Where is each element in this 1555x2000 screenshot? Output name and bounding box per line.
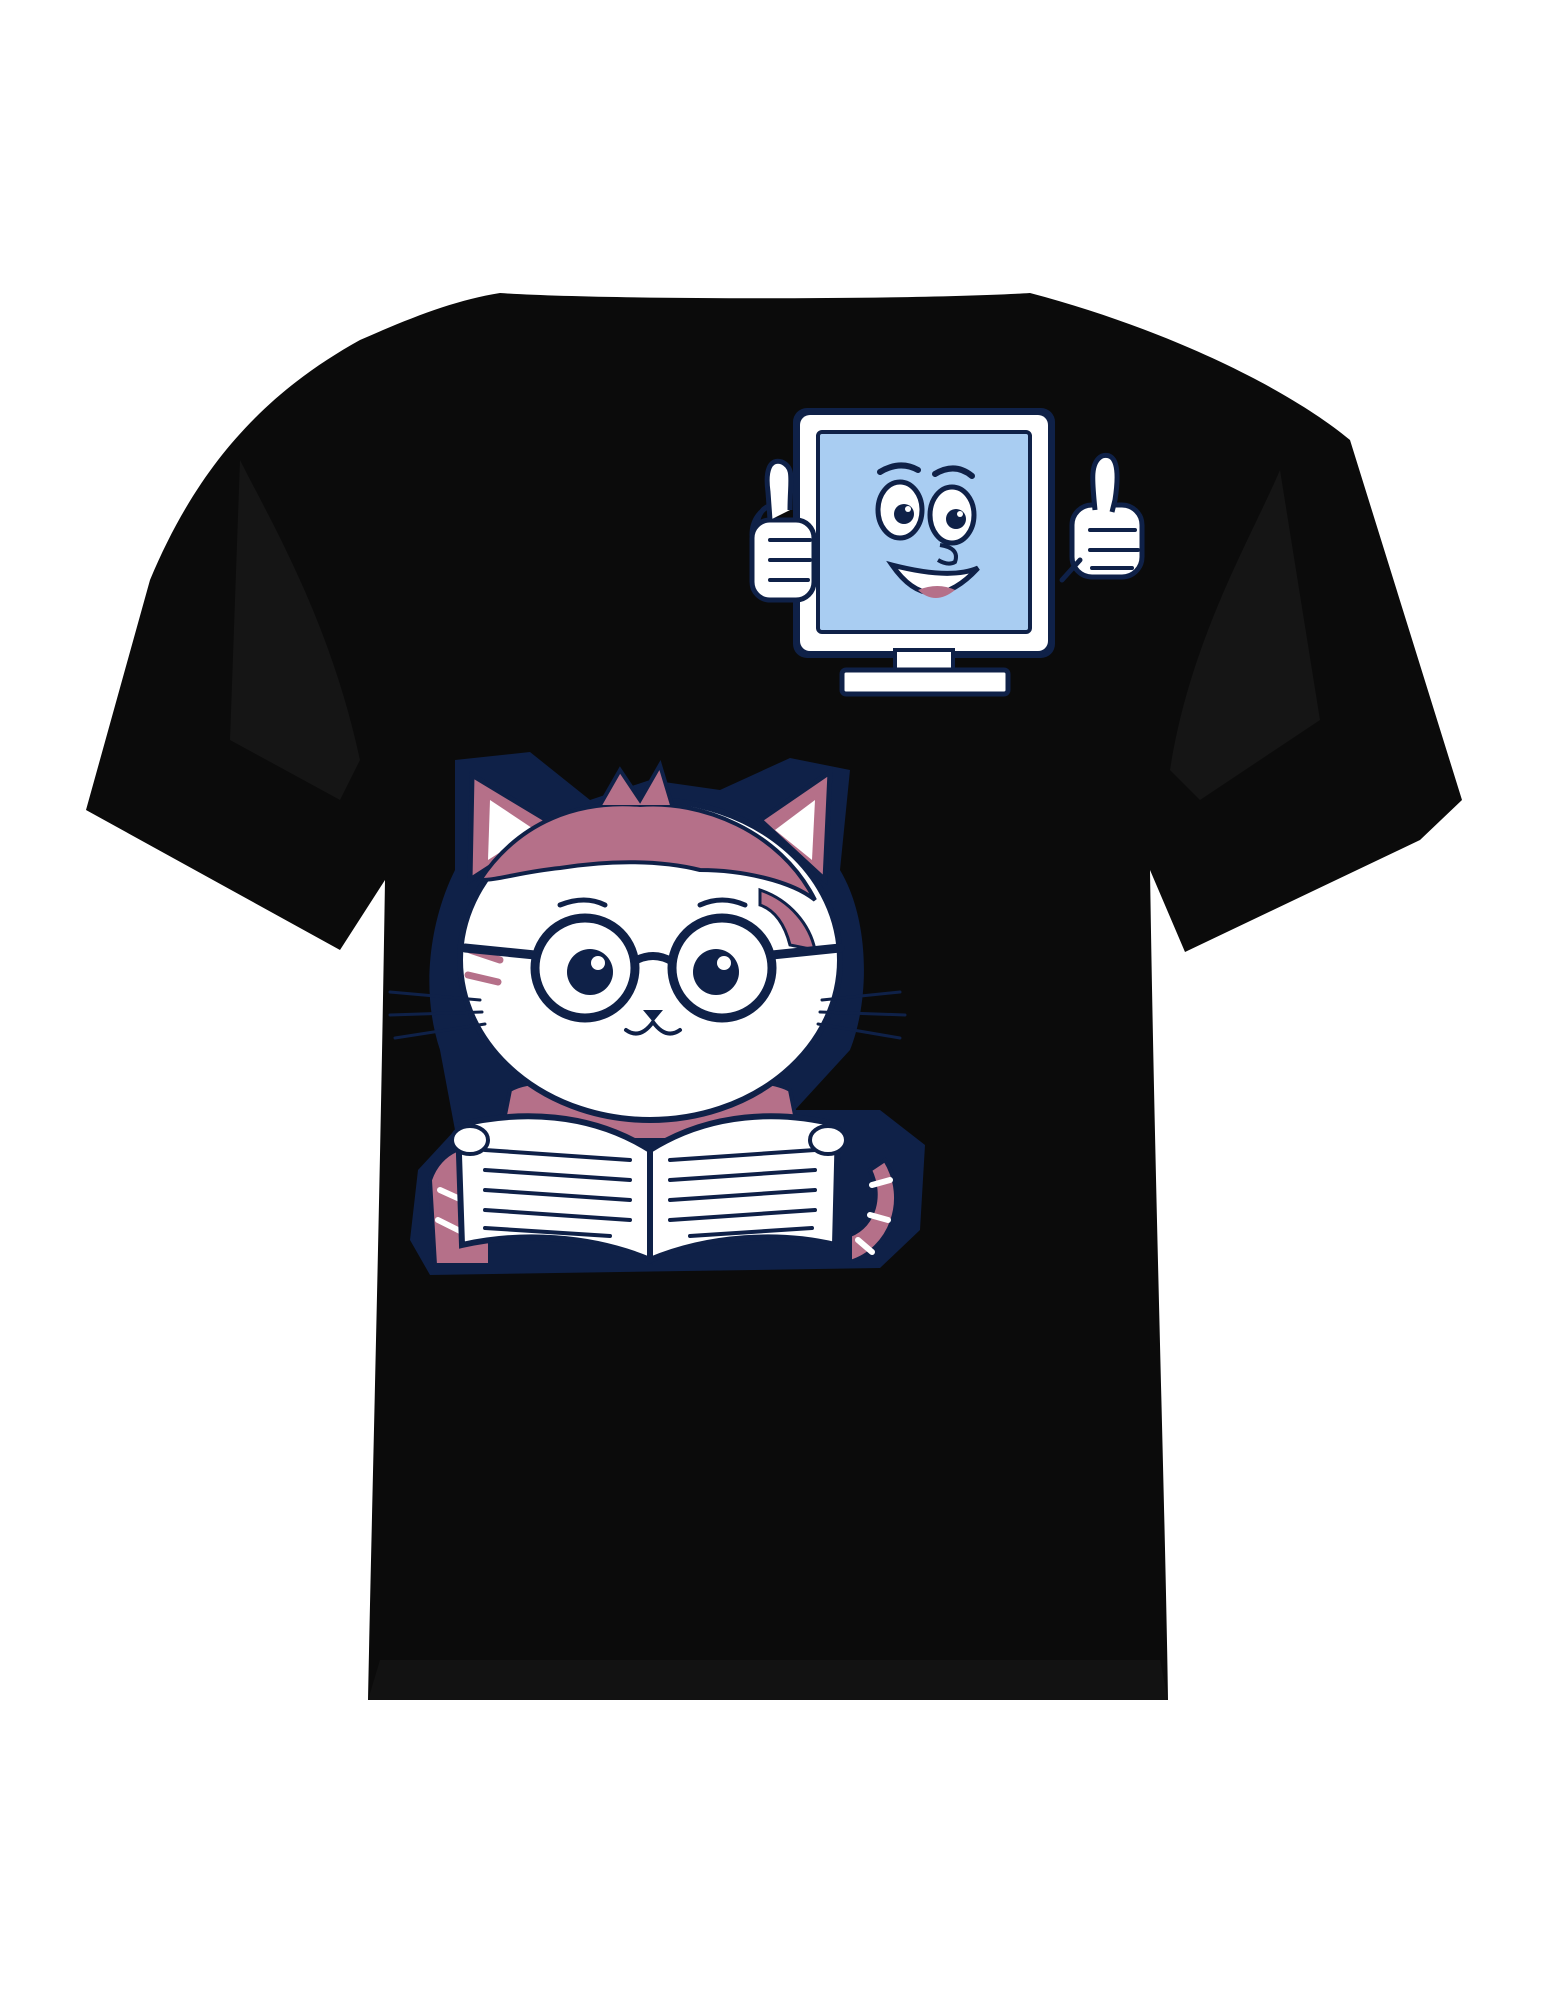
cat-eye-glint-right xyxy=(717,956,731,970)
cat-eye-right xyxy=(693,949,739,995)
monitor-screen xyxy=(816,430,1032,634)
cat-eye-glint-left xyxy=(591,956,605,970)
cat-eye-left xyxy=(567,949,613,995)
monitor-pupil-left xyxy=(894,504,914,524)
cat-paw-left xyxy=(450,1124,490,1156)
monitor-pupil-right xyxy=(946,509,966,529)
cat-paw-right xyxy=(808,1124,848,1156)
product-photo xyxy=(0,0,1555,2000)
monitor-stand-base xyxy=(839,667,1011,697)
monitor-eye-glint-right xyxy=(957,511,963,517)
tshirt-hem-shade xyxy=(368,1660,1168,1700)
monitor-nose xyxy=(936,543,958,566)
monitor-eye-glint-left xyxy=(905,506,911,512)
